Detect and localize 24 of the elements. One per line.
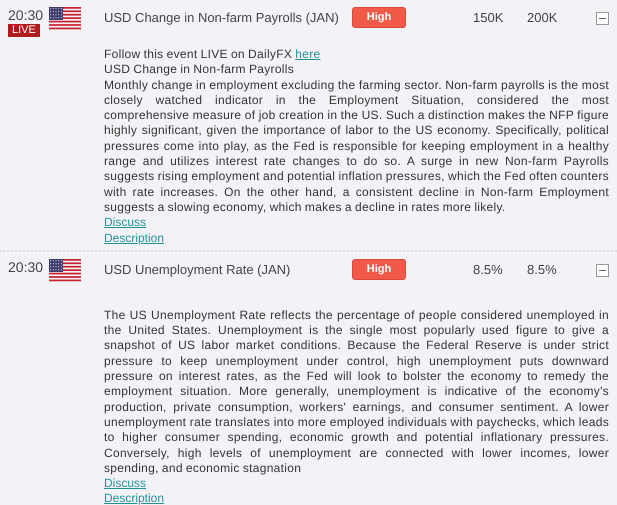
event-subtitle: USD Change in Non-farm Payrolls bbox=[104, 62, 296, 78]
actual-value: 8.5% bbox=[473, 260, 504, 277]
event-description: Monthly change in employment excluding the farming sector. Non-farm payrolls is the most closely watched indicator in the Employment Situation, considered the most comprehensive measure of job creation in the US. Such a distinction makes the NFP figure highly significant, given the importance of labor to the US economy. Specifically, political pressures come into play, as the Fed is responsible for keeping employment in a healthy range and utilizes interest rate changes to do so. A surge in new Non-farm Payrolls suggests rising employment and potential inflation pressures, which the Fed often counters with rate increases. On the other hand, a consistent decline in Non-farm Employment suggests a slowing economy, which makes a decline in rates more likely. bbox=[104, 78, 609, 216]
collapse-icon[interactable] bbox=[596, 264, 609, 277]
event-title: USD Change in Non-farm Payrolls (JAN) bbox=[104, 9, 340, 25]
actual-value: 150K bbox=[473, 9, 504, 25]
discuss-link[interactable]: Discuss bbox=[104, 476, 146, 492]
description-link[interactable]: Description bbox=[104, 230, 164, 246]
collapse-icon[interactable] bbox=[596, 12, 609, 25]
live-badge: LIVE bbox=[8, 24, 40, 37]
event-time: 20:30 bbox=[8, 7, 44, 23]
description-link[interactable]: Description bbox=[104, 491, 164, 505]
event-title: USD Unemployment Rate (JAN) bbox=[104, 260, 292, 277]
flag-icon bbox=[49, 258, 81, 283]
forecast-value: 200K bbox=[527, 9, 558, 25]
follow-text: Follow this event LIVE on DailyFX here bbox=[104, 47, 322, 62]
here-link[interactable]: here bbox=[295, 47, 320, 61]
importance-badge: High bbox=[352, 258, 406, 280]
event-time: 20:30 bbox=[8, 258, 44, 275]
flag-icon bbox=[49, 7, 81, 31]
discuss-link[interactable]: Discuss bbox=[104, 215, 146, 231]
forecast-value: 8.5% bbox=[527, 260, 558, 277]
importance-badge: High bbox=[352, 7, 406, 28]
event-description: The US Unemployment Rate reflects the percentage of people considered unemployed in the United States. Unemployment is the single most popularly used figure to give a snapshot of US labor market conditions. Because the Federal Reserve is under strict pressure to keep unemployment under control, high unemployment puts downward pressure on interest rates, as the Fed will look to bolster the economy to remedy the employment situation. More generally, unemployment is indicative of the economy's production, private consumption, workers' earnings, and consumer sentiment. A lower unemployment rate translates into more employed individuals with paychecks, which leads to higher consumer spending, economic growth and potential inflationary pressures. Conversely, high levels of unemployment are connected with lower incomes, lower spending, and economic stagnation bbox=[104, 308, 609, 476]
